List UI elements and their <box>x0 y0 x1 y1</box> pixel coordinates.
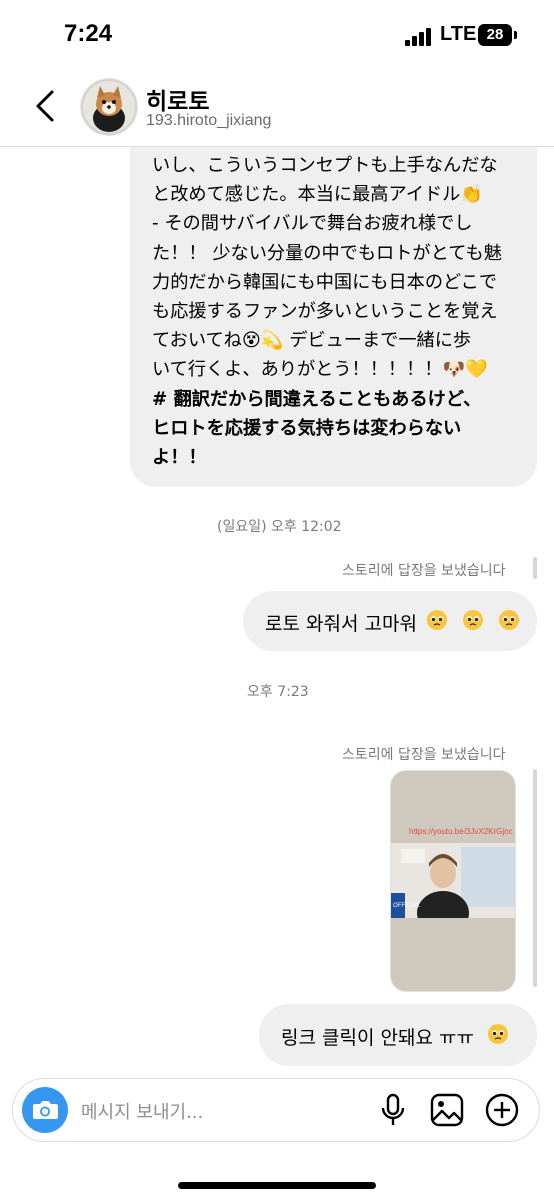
status-bar: 7:24 LTE 28 <box>0 0 554 70</box>
story-reply-caption: 스토리에 답장을 보냈습니다 <box>342 563 506 579</box>
message-line: も応援するファンが多いということを覚え <box>152 301 498 323</box>
message-input[interactable]: 메시지 보내기... <box>81 1098 203 1124</box>
message-composer: 메시지 보내기... <box>12 1078 540 1142</box>
avatar[interactable] <box>80 78 138 136</box>
outgoing-message-bubble[interactable]: 링크 클릭이 안돼요 ㅠㅠ <box>259 1004 537 1066</box>
story-logo-text: OFFICIAL <box>393 903 421 909</box>
chat-header: 히로토 193.hiroto_jixiang <box>0 70 554 147</box>
contact-name[interactable]: 히로토 <box>146 82 209 116</box>
message-line: た！！ 少ない分量の中でもロトがとても魅 <box>152 242 502 264</box>
story-reply-caption: 스토리에 답장을 보냈습니다 <box>342 747 506 763</box>
contact-handle[interactable]: 193.hiroto_jixiang <box>146 112 271 130</box>
story-link-text: https://youtu.be/3JvX2KrGjnc <box>409 827 513 836</box>
message-line: いし、こういうコンセプトも上手なんだな <box>152 155 498 176</box>
back-icon[interactable] <box>30 86 60 126</box>
camera-icon[interactable] <box>22 1087 68 1133</box>
message-line: いて行くよ、ありがとう！！！！！🐶💛 <box>152 359 488 381</box>
gallery-icon[interactable] <box>429 1092 465 1128</box>
message-line: と改めて感じた。本当に最高アイドル👏 <box>152 184 483 206</box>
scroll-marker <box>533 557 537 579</box>
message-line-bold: ヒロトを応援する気持ちは変わらない <box>152 417 462 439</box>
message-line-bold: よ！！ <box>152 447 207 469</box>
pleading-emoji-icon <box>487 1023 509 1046</box>
signal-icon <box>405 28 435 46</box>
story-preview[interactable]: https://youtu.be/3JvX2KrGjnc OFFICIAL <box>390 770 516 992</box>
network-label: LTE <box>440 23 477 45</box>
outgoing-message-bubble[interactable]: 로토 와줘서 고마워 <box>243 591 537 651</box>
timestamp: 오후 7:23 <box>247 684 309 700</box>
message-line: - その間サバイバルで舞台お疲れ様でし <box>152 213 473 235</box>
message-line: 力的だから韓国にも中国にも日本のどこで <box>152 271 498 293</box>
home-indicator <box>178 1182 376 1189</box>
message-line: ておいてね😵💫 デビューまで一緒に歩 <box>152 330 472 352</box>
battery-tip <box>514 31 517 39</box>
microphone-icon[interactable] <box>375 1092 411 1128</box>
timestamp: (일요일) 오후 12:02 <box>217 519 342 535</box>
incoming-message-text: いし、こういうコンセプトも上手なんだな と改めて感じた。本当に最高アイドル👏 -… <box>152 151 532 472</box>
scroll-marker <box>533 769 537 987</box>
status-time: 7:24 <box>64 20 113 47</box>
plus-icon[interactable] <box>484 1092 520 1128</box>
battery-icon: 28 <box>478 24 512 46</box>
message-list[interactable]: いし、こういうコンセプトも上手なんだな と改めて感じた。本当に最高アイドル👏 -… <box>0 147 554 1077</box>
message-line-bold: # 翻訳だから間違えることもあるけど、 <box>152 388 482 410</box>
story-video-frame: OFFICIAL <box>391 843 515 935</box>
outgoing-message-text: 링크 클릭이 안돼요 ㅠㅠ <box>281 1027 474 1049</box>
pleading-emoji-icons <box>426 609 520 632</box>
outgoing-message-text: 로토 와줘서 고마워 <box>265 613 417 635</box>
